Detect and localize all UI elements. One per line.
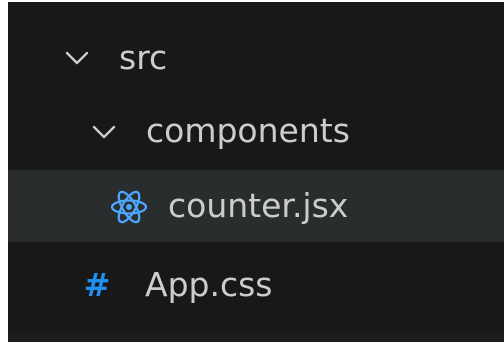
file-explorer-tree: src components counter.jsx # App.css bbox=[0, 0, 504, 342]
hash-icon: # bbox=[83, 266, 111, 304]
left-edge bbox=[0, 0, 8, 342]
top-edge bbox=[0, 0, 504, 2]
react-icon bbox=[110, 190, 148, 224]
file-row-app-css[interactable]: # App.css bbox=[8, 253, 504, 315]
chevron-down-icon bbox=[92, 125, 116, 139]
folder-row-src[interactable]: src bbox=[8, 28, 504, 90]
bottom-strip bbox=[8, 332, 504, 342]
folder-label: components bbox=[146, 111, 350, 150]
folder-label: src bbox=[119, 38, 168, 77]
folder-row-components[interactable]: components bbox=[8, 101, 504, 163]
file-label: counter.jsx bbox=[168, 186, 349, 225]
file-row-counter-jsx[interactable]: counter.jsx bbox=[8, 170, 504, 242]
chevron-down-icon bbox=[65, 51, 89, 65]
file-label: App.css bbox=[145, 265, 273, 304]
